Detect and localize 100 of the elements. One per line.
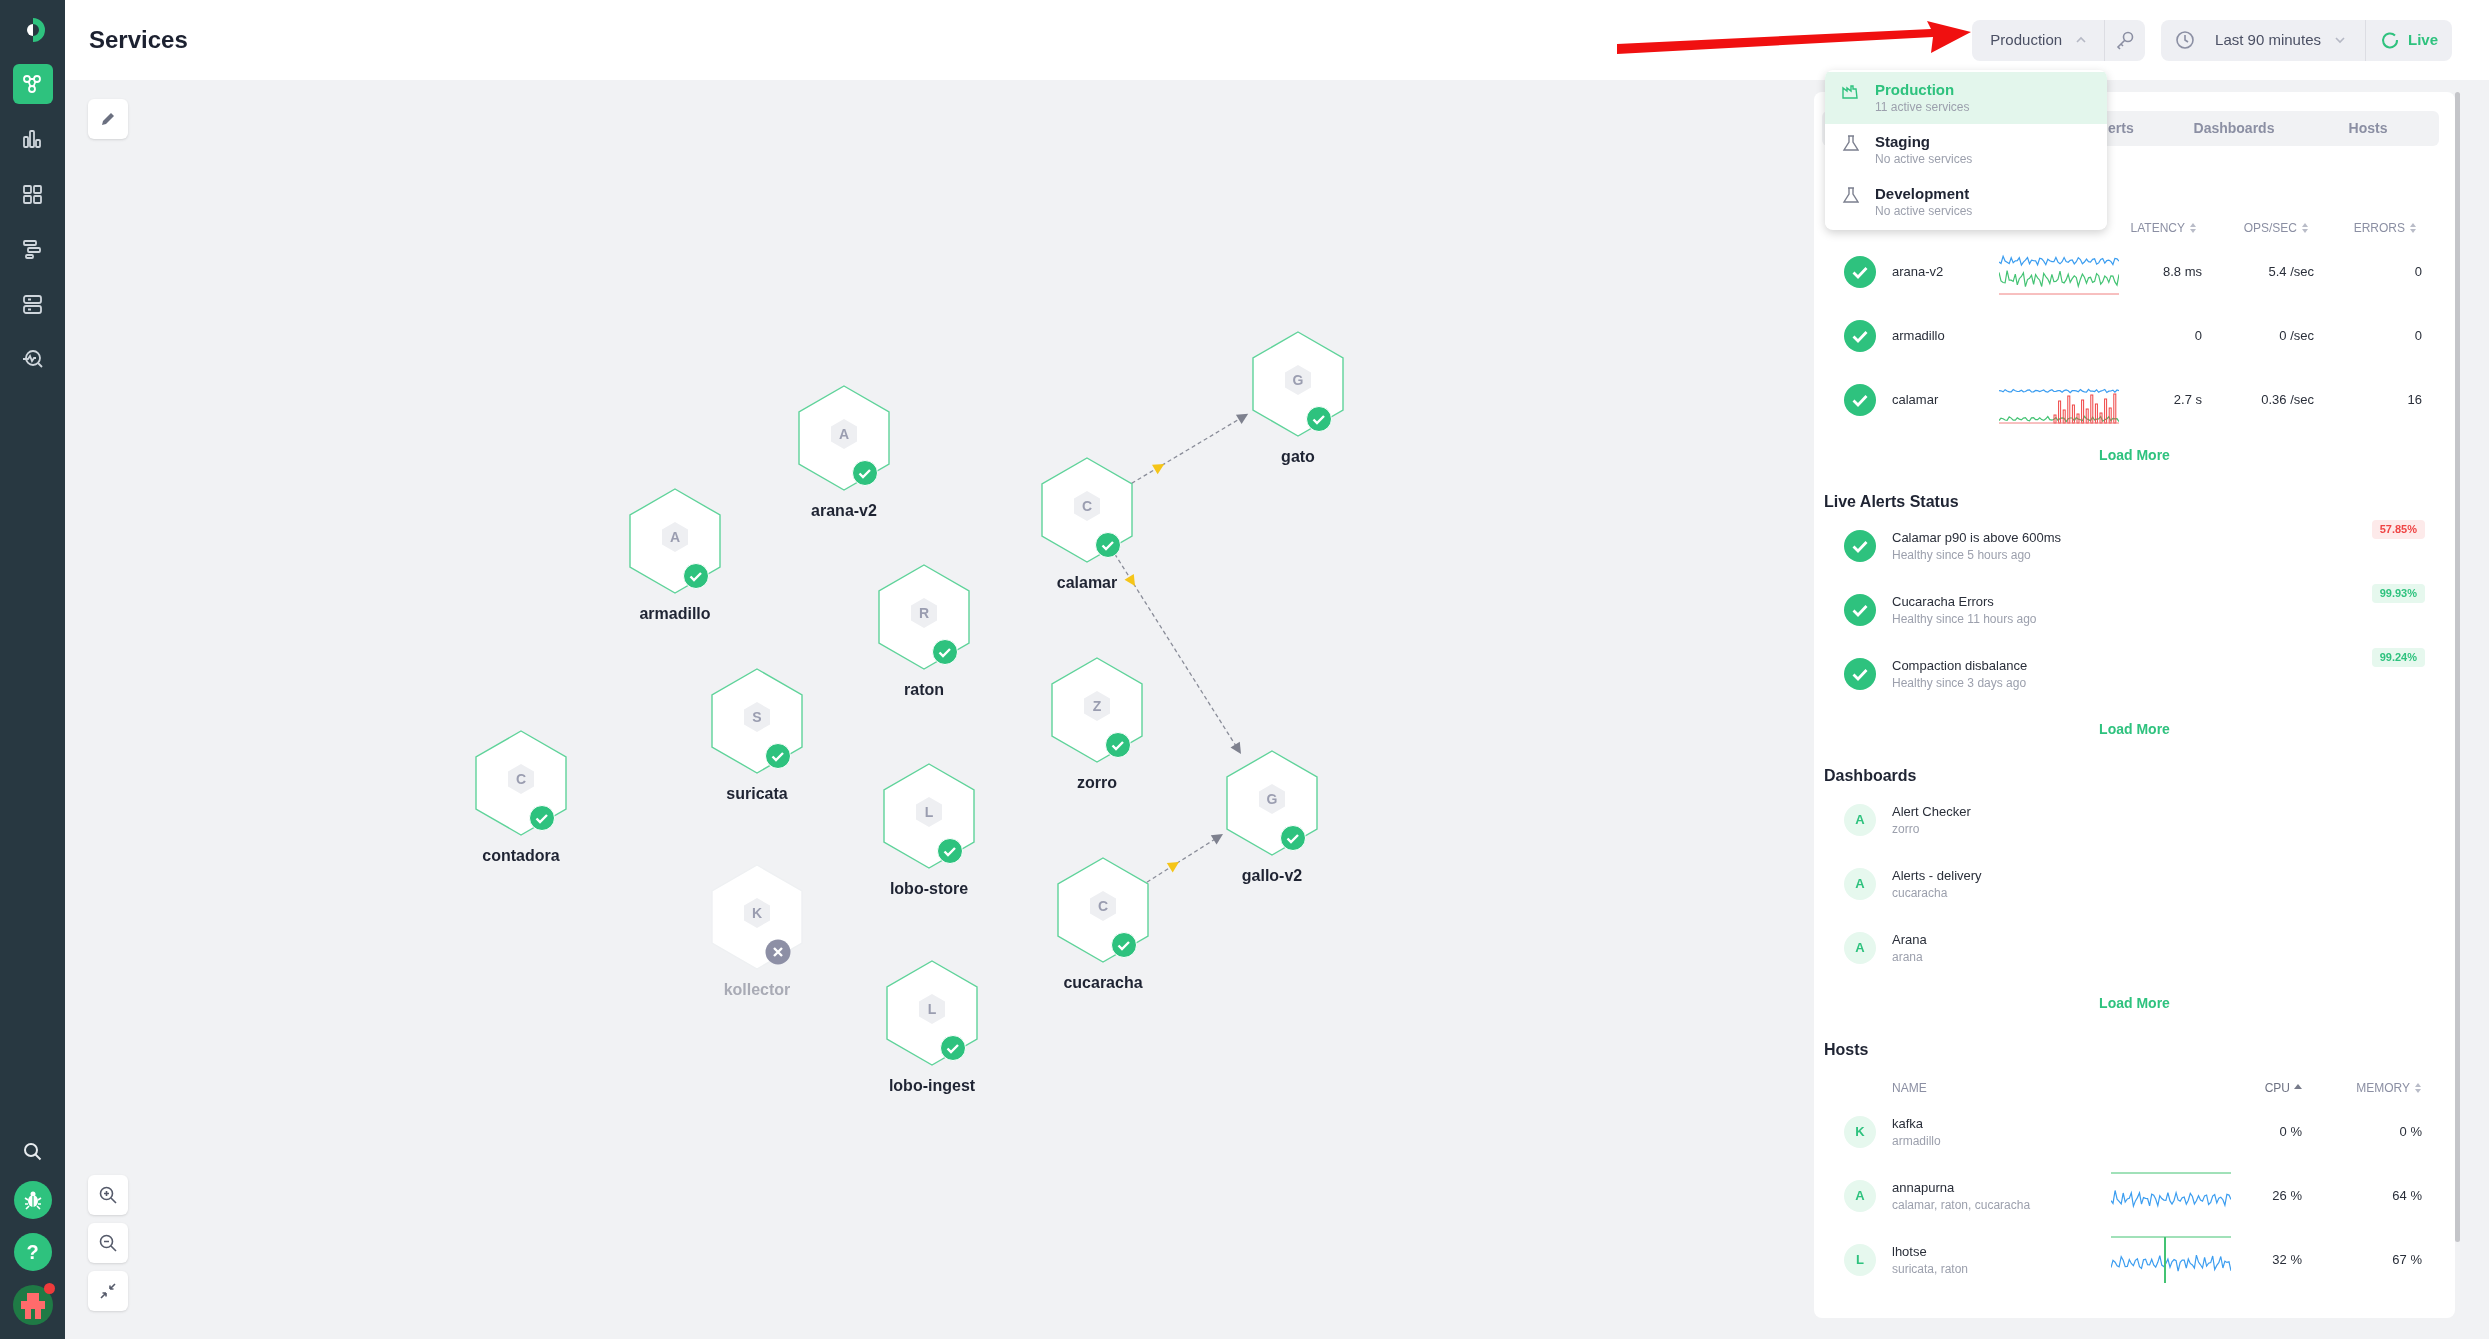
section-title: Hosts: [1823, 1040, 1870, 1060]
service-node[interactable]: [878, 564, 970, 670]
menu-item[interactable]: Staging No active services: [1825, 124, 2107, 176]
node-initial: K: [750, 905, 764, 921]
zoom-out-icon: [98, 1233, 118, 1253]
time-range-dropdown[interactable]: Last 90 minutes: [2161, 19, 2365, 61]
table-cell-text: 0: [2413, 327, 2422, 346]
dashboard-subtitle: cucaracha: [1892, 884, 1949, 902]
service-node[interactable]: [629, 488, 721, 594]
node-label: calamar: [1056, 573, 1118, 593]
refresh-icon: [2380, 30, 2400, 50]
menu-item-subtitle: No active services: [1875, 151, 1973, 167]
page-title: Services: [89, 25, 188, 55]
table-cell-text: 0 /sec: [2278, 327, 2314, 346]
section-title: Live Alerts Status: [1823, 492, 1960, 512]
menu-item-subtitle: No active services: [1875, 203, 1973, 219]
service-node[interactable]: [711, 668, 803, 774]
host-name[interactable]: kafka: [1892, 1114, 2095, 1133]
menu-item-title: Production: [1875, 80, 1956, 99]
percentage-badge: 99.93%: [2371, 584, 2425, 603]
node-initial: A: [837, 426, 851, 442]
flask-icon: [1841, 134, 1859, 152]
node-label: gallo-v2: [1241, 866, 1303, 886]
node-initial: L: [923, 804, 935, 820]
node-label: zorro: [1077, 773, 1117, 793]
node-label: gato: [1281, 447, 1315, 467]
initial-avatar: A: [1844, 804, 1876, 836]
node-label: armadillo: [639, 604, 711, 624]
menu-item-subtitle: 11 active services: [1875, 99, 1970, 115]
host-services: armadillo: [1892, 1132, 1942, 1150]
menu-item-title: Development: [1875, 184, 1971, 203]
column-header[interactable]: CPU: [2264, 1079, 2290, 1097]
service-name[interactable]: armadillo: [1892, 326, 1983, 346]
host-services: suricata, raton: [1892, 1260, 1970, 1278]
host-name[interactable]: annapurna: [1892, 1178, 2095, 1197]
host-name[interactable]: lhotse: [1892, 1242, 2095, 1261]
menu-item[interactable]: Development No active services: [1825, 176, 2107, 228]
initial-avatar: A: [1844, 868, 1876, 900]
node-initial: G: [1265, 791, 1279, 807]
service-node[interactable]: [475, 730, 567, 836]
table-cell-text: 0: [2193, 327, 2202, 346]
server-icon: [21, 292, 44, 316]
table-cell-text: 2.7 s: [2172, 391, 2202, 410]
initial-avatar: A: [1844, 932, 1876, 964]
zoom-in-button[interactable]: [88, 1175, 128, 1215]
search-icon: [22, 1140, 43, 1162]
service-node[interactable]: [1041, 457, 1133, 563]
service-node[interactable]: [886, 960, 978, 1066]
initial-avatar: K: [1844, 1116, 1876, 1148]
service-name[interactable]: arana-v2: [1892, 262, 1983, 282]
dashboard-title[interactable]: Alert Checker: [1892, 802, 1971, 821]
clock-icon: [2175, 30, 2196, 50]
node-initial: L: [926, 1001, 938, 1017]
alert-title[interactable]: Compaction disbalance: [1892, 656, 2372, 675]
scrollbar[interactable]: [2455, 92, 2460, 1242]
percentage-badge: 99.24%: [2371, 648, 2425, 667]
factory-icon: [1841, 82, 1859, 100]
graph-nodes-icon: [21, 72, 44, 96]
node-label: cucaracha: [1063, 973, 1143, 993]
service-node[interactable]: [1057, 857, 1149, 963]
node-label: lobo-store: [889, 879, 969, 899]
node-initial: C: [1080, 498, 1094, 514]
nav-button[interactable]: [12, 64, 53, 104]
environment-dropdown[interactable]: Production: [1972, 19, 2105, 61]
fit-view-button[interactable]: [88, 1271, 128, 1311]
service-name[interactable]: calamar: [1892, 390, 1983, 410]
service-node[interactable]: [1226, 750, 1318, 856]
bug-icon: [22, 1190, 43, 1210]
node-initial: C: [514, 771, 528, 787]
key-icon: [2115, 30, 2136, 50]
alert-title[interactable]: Calamar p90 is above 600ms: [1892, 528, 2372, 547]
table-cell-text: 0.36 /sec: [2260, 391, 2314, 410]
collapse-arrows-icon: [99, 1282, 117, 1300]
table-cell-text: 16: [2406, 391, 2422, 410]
avatar[interactable]: [12, 1285, 53, 1325]
grid-icon: [21, 182, 44, 206]
section-title: Dashboards: [1823, 766, 1918, 786]
node-initial: R: [917, 605, 931, 621]
node-initial: G: [1291, 372, 1305, 388]
zoom-in-icon: [98, 1185, 118, 1205]
bug-report-button[interactable]: [13, 1181, 52, 1219]
service-node[interactable]: [1051, 657, 1143, 763]
dashboard-title[interactable]: Arana: [1892, 930, 1927, 949]
alert-subtitle: Healthy since 3 days ago: [1892, 674, 2028, 692]
service-node[interactable]: [798, 385, 890, 491]
table-cell-text: 32 %: [2271, 1251, 2302, 1270]
service-node[interactable]: [1252, 331, 1344, 437]
table-cell-text: 67 %: [2391, 1251, 2422, 1270]
table-cell-text: 26 %: [2271, 1187, 2302, 1206]
dashboard-title[interactable]: Alerts - delivery: [1892, 866, 1982, 885]
service-node[interactable]: [883, 763, 975, 869]
host-services: calamar, raton, cucaracha: [1892, 1196, 2032, 1214]
edit-button[interactable]: [88, 99, 128, 139]
timeline-icon: [21, 237, 44, 261]
node-initial: C: [1096, 898, 1110, 914]
alert-title[interactable]: Cucaracha Errors: [1892, 592, 2372, 611]
zoom-out-button[interactable]: [88, 1223, 128, 1263]
node-label: suricata: [726, 784, 788, 804]
table-cell-text: 0: [2413, 263, 2422, 282]
table-cell-text: 64 %: [2391, 1187, 2422, 1206]
